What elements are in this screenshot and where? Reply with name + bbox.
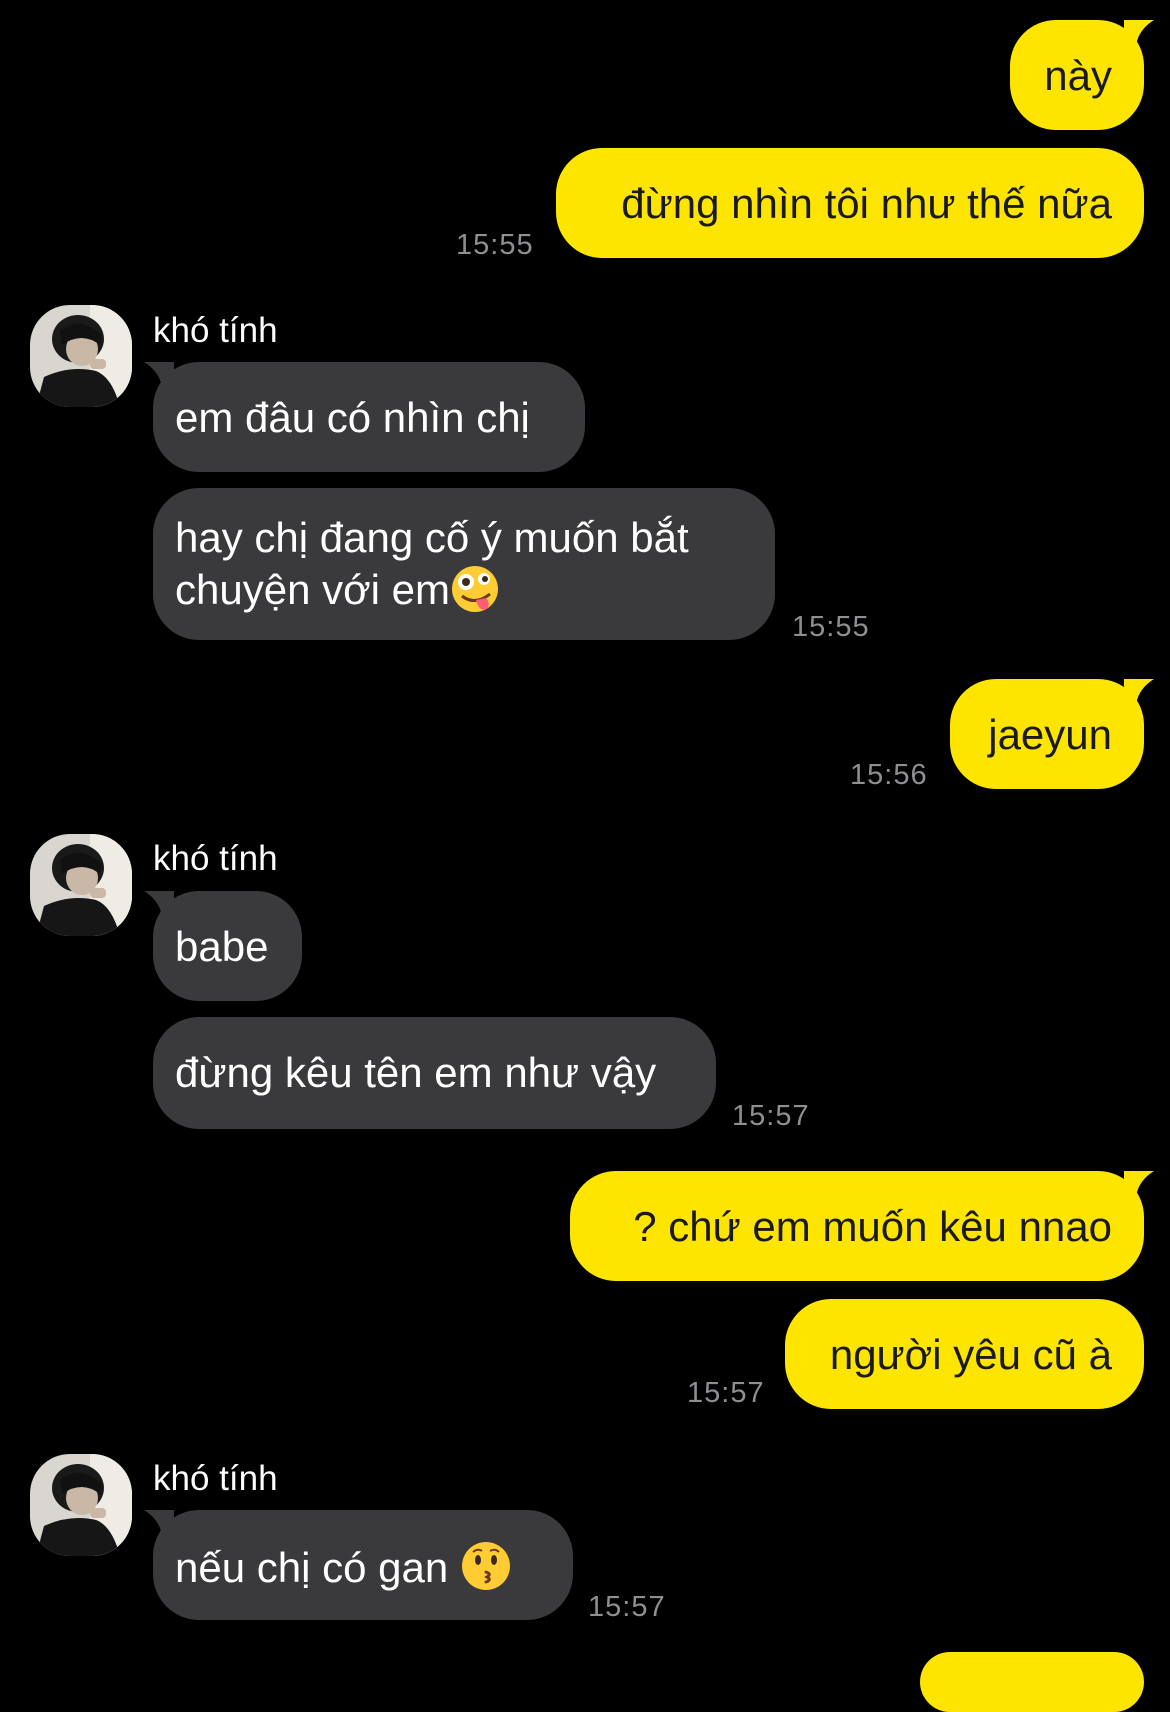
message-text: đừng nhìn tôi như thế nữa [621, 180, 1112, 227]
avatar-photo-icon [30, 834, 132, 936]
chat-thread[interactable]: này đừng nhìn tôi như thế nữa 15:55 khó … [0, 0, 1170, 1712]
incoming-message-bubble[interactable]: babe [153, 891, 302, 1001]
message-timestamp: 15:57 [588, 1591, 666, 1623]
bubble-tail [1124, 20, 1154, 46]
message-text: người yêu cũ à [829, 1331, 1112, 1378]
outgoing-message-bubble[interactable]: jaeyun [950, 679, 1144, 789]
outgoing-message-bubble[interactable] [920, 1652, 1144, 1712]
message-text: babe [175, 923, 269, 970]
message-text: này [1044, 52, 1112, 99]
contact-name: khó tính [153, 311, 278, 350]
bubble-tail [1124, 1171, 1154, 1197]
incoming-message-bubble[interactable]: em đâu có nhìn chị [153, 362, 585, 472]
message-text: em đâu có nhìn chị [175, 394, 530, 441]
contact-avatar[interactable] [30, 834, 132, 936]
incoming-message-bubble[interactable]: đừng kêu tên em như vậy [153, 1017, 716, 1129]
outgoing-message-bubble[interactable]: ? chứ em muốn kêu nnao [570, 1171, 1144, 1281]
incoming-message-bubble[interactable]: nếu chị có gan [153, 1510, 573, 1620]
bubble-tail [144, 1510, 174, 1536]
avatar-photo-icon [30, 1454, 132, 1556]
contact-avatar[interactable] [30, 305, 132, 407]
kissing-face-emoji-icon [461, 1542, 510, 1590]
incoming-message-bubble[interactable]: hay chị đang cố ý muốn bắt chuyện với em [153, 488, 775, 640]
message-text: nếu chị có gan [175, 1544, 449, 1591]
message-timestamp: 15:56 [850, 759, 928, 791]
contact-name: khó tính [153, 1459, 278, 1498]
bubble-tail [144, 891, 174, 917]
outgoing-message-bubble[interactable]: đừng nhìn tôi như thế nữa [556, 148, 1144, 258]
avatar-photo-icon [30, 305, 132, 407]
contact-avatar[interactable] [30, 1454, 132, 1556]
message-text: hay chị đang cố ý muốn bắt chuyện với em [175, 514, 689, 613]
message-text: đừng kêu tên em như vậy [175, 1049, 657, 1096]
message-timestamp: 15:55 [792, 611, 870, 643]
outgoing-message-bubble[interactable]: người yêu cũ à [785, 1299, 1144, 1409]
message-timestamp: 15:55 [456, 229, 534, 261]
bubble-tail [1124, 679, 1154, 705]
message-timestamp: 15:57 [687, 1377, 765, 1409]
message-text: ? chứ em muốn kêu nnao [633, 1203, 1112, 1250]
message-timestamp: 15:57 [732, 1100, 810, 1132]
contact-name: khó tính [153, 839, 278, 878]
message-text: jaeyun [988, 711, 1112, 758]
bubble-tail [144, 362, 174, 388]
zany-face-emoji-icon [452, 566, 498, 612]
